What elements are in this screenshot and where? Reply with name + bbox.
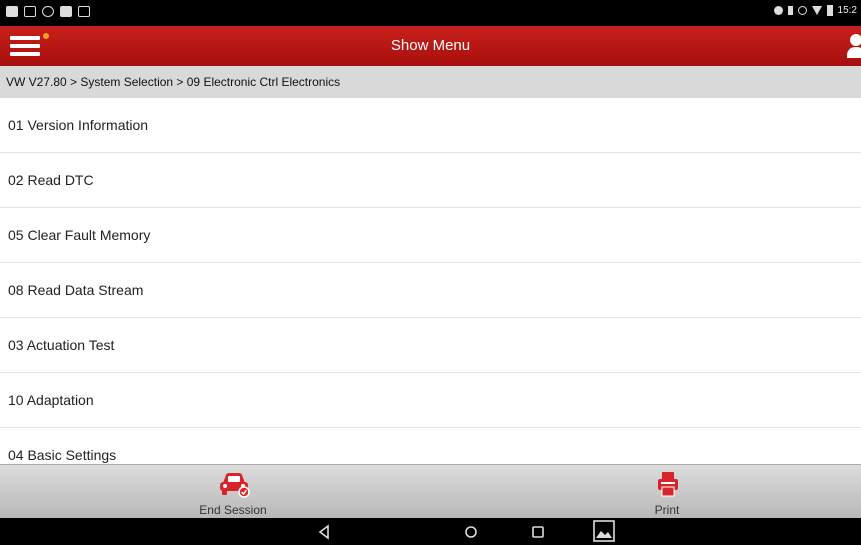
status-right-icons: 15:2 — [773, 5, 857, 16]
function-menu-list: 01 Version Information 02 Read DTC 05 Cl… — [0, 98, 861, 464]
recents-icon[interactable] — [527, 522, 549, 542]
system-nav-bar — [0, 518, 861, 545]
user-icon[interactable] — [847, 34, 861, 60]
wifi-icon — [811, 6, 822, 15]
location-icon — [773, 6, 783, 15]
app-header: Show Menu — [0, 26, 861, 66]
notification-icon — [6, 6, 18, 17]
menu-item-actuation-test[interactable]: 03 Actuation Test — [0, 318, 861, 373]
print-label: Print — [654, 503, 680, 517]
menu-item-read-data-stream[interactable]: 08 Read Data Stream — [0, 263, 861, 318]
breadcrumb: VW V27.80 > System Selection > 09 Electr… — [0, 66, 861, 98]
car-exit-icon — [220, 473, 250, 498]
screenshot-icon — [24, 6, 36, 17]
menu-item-adaptation[interactable]: 10 Adaptation — [0, 373, 861, 428]
end-session-button[interactable]: End Session — [133, 465, 333, 519]
bluetooth-icon — [787, 6, 793, 15]
menu-item-version-information[interactable]: 01 Version Information — [0, 98, 861, 153]
battery-icon — [826, 5, 833, 16]
bottom-toolbar: End Session Print — [0, 464, 861, 518]
status-bar: 15:2 — [0, 0, 861, 26]
alarm-icon — [797, 6, 807, 15]
status-left-icons — [6, 6, 90, 17]
usb-icon — [42, 6, 54, 17]
status-time: 15:2 — [837, 5, 857, 16]
gallery-icon[interactable] — [593, 520, 615, 542]
menu-item-clear-fault-memory[interactable]: 05 Clear Fault Memory — [0, 208, 861, 263]
home-icon[interactable] — [460, 522, 482, 542]
notification-icon — [60, 6, 72, 17]
printer-icon — [658, 472, 678, 497]
end-session-label: End Session — [199, 503, 267, 517]
menu-item-read-dtc[interactable]: 02 Read DTC — [0, 153, 861, 208]
page-title: Show Menu — [390, 37, 471, 54]
print-button[interactable]: Print — [567, 465, 767, 519]
debug-icon — [78, 6, 90, 17]
back-icon[interactable] — [313, 522, 335, 542]
menu-item-basic-settings[interactable]: 04 Basic Settings — [0, 428, 861, 464]
